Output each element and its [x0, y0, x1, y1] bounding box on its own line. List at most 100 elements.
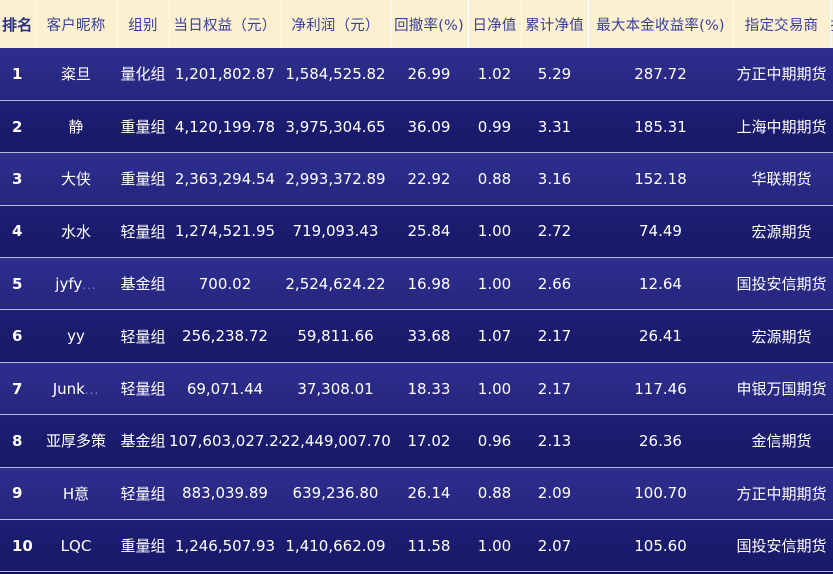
nickname-label: H意 — [62, 484, 90, 503]
daily-nav-cell: 0.88 — [468, 467, 521, 521]
equity-cell: 256,238.72 — [169, 309, 281, 363]
drawdown-cell: 18.33 — [390, 362, 468, 416]
table-row[interactable]: 10 LQC 重量组 1,246,507.93 1,410,662.09 11.… — [0, 519, 833, 573]
nickname-label: 大侠 — [60, 170, 91, 189]
header-equity[interactable]: 当日权益（元） — [169, 0, 282, 48]
max-return-cell: 105.60 — [588, 519, 733, 573]
drawdown-cell: 11.58 — [390, 519, 468, 573]
broker-cell: 方正中期期货 — [733, 48, 830, 101]
nickname-text: yy — [67, 327, 85, 345]
header-daily-nav[interactable]: 日净值 — [468, 0, 522, 48]
net-profit-cell: 2,524,624.22 — [281, 257, 390, 311]
broker-cell: 国投安信期货 — [733, 519, 830, 573]
nickname-text: 静 — [68, 116, 83, 137]
nickname-text: 大侠 — [61, 168, 91, 189]
nickname-label: yy — [67, 327, 85, 346]
nickname-cell: yy — [35, 309, 117, 363]
broker-cell: 宏源期货 — [733, 309, 830, 363]
group-cell: 轻量组 — [117, 205, 169, 259]
net-profit-cell: 59,811.66 — [281, 309, 390, 363]
cumulative-nav-cell: 2.13 — [521, 414, 588, 468]
table-row[interactable]: 6 yy 轻量组 256,238.72 59,811.66 33.68 1.07… — [0, 309, 833, 363]
table-row[interactable]: 4 水水 轻量组 1,274,521.95 719,093.43 25.84 1… — [0, 205, 833, 259]
group-cell: 重量组 — [117, 100, 169, 154]
equity-cell: 883,039.89 — [169, 467, 281, 521]
broker-cell: 上海中期期货 — [733, 100, 830, 154]
header-nickname[interactable]: 客户昵称 — [35, 0, 118, 48]
header-broker[interactable]: 指定交易商 — [733, 0, 831, 48]
group-cell: 量化组 — [117, 48, 169, 101]
equity-cell: 700.02 — [169, 257, 281, 311]
drawdown-cell: 17.02 — [390, 414, 468, 468]
header-drawdown[interactable]: 回撤率(%) — [390, 0, 469, 48]
nickname-label: 水水 — [60, 222, 91, 241]
table-header-row: 排名 客户昵称 组别 当日权益（元） 净利润（元） 回撤率(%) 日净值 累计净… — [0, 0, 833, 48]
daily-nav-cell: 1.07 — [468, 309, 521, 363]
rank-cell: 4 — [0, 205, 35, 259]
nickname-label: 静 — [68, 118, 84, 137]
drawdown-cell: 36.09 — [390, 100, 468, 154]
table-body: 1 粢旦 量化组 1,201,802.87 1,584,525.82 26.99… — [0, 48, 833, 573]
equity-cell: 69,071.44 — [169, 362, 281, 416]
broker-cell: 国投安信期货 — [733, 257, 830, 311]
daily-nav-cell: 1.00 — [468, 362, 521, 416]
nickname-text: Junk... — [53, 380, 100, 398]
cumulative-nav-cell: 2.09 — [521, 467, 588, 521]
drawdown-cell: 26.99 — [390, 48, 468, 101]
rank-cell: 1 — [0, 48, 35, 101]
max-return-cell: 26.41 — [588, 309, 733, 363]
net-profit-cell: 2,993,372.89 — [281, 152, 390, 206]
daily-nav-cell: 0.99 — [468, 100, 521, 154]
table-row[interactable]: 5 jyfy... 基金组 700.02 2,524,624.22 16.98 … — [0, 257, 833, 311]
equity-cell: 107,603,027.24 — [169, 414, 281, 468]
net-profit-cell: 1,584,525.82 — [281, 48, 390, 101]
net-profit-cell: 639,236.80 — [281, 467, 390, 521]
table-row[interactable]: 3 大侠 重量组 2,363,294.54 2,993,372.89 22.92… — [0, 152, 833, 206]
group-cell: 基金组 — [117, 257, 169, 311]
max-return-cell: 287.72 — [588, 48, 733, 101]
header-group[interactable]: 组别 — [117, 0, 170, 48]
max-return-cell: 152.18 — [588, 152, 733, 206]
header-rank[interactable]: 排名 — [0, 0, 36, 48]
rank-cell: 9 — [0, 467, 35, 521]
cumulative-nav-cell: 5.29 — [521, 48, 588, 101]
nickname-cell: LQC — [35, 519, 117, 573]
equity-cell: 1,201,802.87 — [169, 48, 281, 101]
nickname-label: 粢旦 — [60, 65, 91, 84]
table-row[interactable]: 7 Junk... 轻量组 69,071.44 37,308.01 18.33 … — [0, 362, 833, 416]
ranking-table: 排名 客户昵称 组别 当日权益（元） 净利润（元） 回撤率(%) 日净值 累计净… — [0, 0, 833, 573]
cumulative-nav-cell: 2.07 — [521, 519, 588, 573]
broker-cell: 金信期货 — [733, 414, 830, 468]
drawdown-cell: 25.84 — [390, 205, 468, 259]
rank-cell: 2 — [0, 100, 35, 154]
drawdown-cell: 22.92 — [390, 152, 468, 206]
nickname-cell: H意 — [35, 467, 117, 521]
cumulative-nav-cell: 2.66 — [521, 257, 588, 311]
net-profit-cell: 37,308.01 — [281, 362, 390, 416]
max-return-cell: 185.31 — [588, 100, 733, 154]
daily-nav-cell: 0.96 — [468, 414, 521, 468]
group-cell: 轻量组 — [117, 309, 169, 363]
nickname-text: 水水 — [61, 221, 91, 242]
broker-cell: 申银万国期货 — [733, 362, 830, 416]
nickname-cell: 大侠 — [35, 152, 117, 206]
nickname-truncation: ... — [82, 277, 97, 292]
header-max-return[interactable]: 最大本金收益率(%) — [588, 0, 734, 48]
nickname-cell: 水水 — [35, 205, 117, 259]
nickname-text: 粢旦 — [61, 63, 91, 84]
cumulative-nav-cell: 2.17 — [521, 362, 588, 416]
table-row[interactable]: 9 H意 轻量组 883,039.89 639,236.80 26.14 0.8… — [0, 467, 833, 521]
nickname-label: Junk — [52, 379, 85, 398]
rank-cell: 6 — [0, 309, 35, 363]
header-cumulative-nav[interactable]: 累计净值 — [521, 0, 589, 48]
nickname-text: LQC — [61, 537, 92, 555]
group-cell: 基金组 — [117, 414, 169, 468]
table-row[interactable]: 1 粢旦 量化组 1,201,802.87 1,584,525.82 26.99… — [0, 48, 833, 101]
equity-cell: 2,363,294.54 — [169, 152, 281, 206]
ranking-board: 排名 客户昵称 组别 当日权益（元） 净利润（元） 回撤率(%) 日净值 累计净… — [0, 0, 833, 574]
header-net-profit[interactable]: 净利润（元） — [281, 0, 391, 48]
table-row[interactable]: 8 亚厚多策 基金组 107,603,027.24 22,449,007.70 … — [0, 414, 833, 468]
table-row[interactable]: 2 静 重量组 4,120,199.78 3,975,304.65 36.09 … — [0, 100, 833, 154]
equity-cell: 1,246,507.93 — [169, 519, 281, 573]
cumulative-nav-cell: 2.17 — [521, 309, 588, 363]
